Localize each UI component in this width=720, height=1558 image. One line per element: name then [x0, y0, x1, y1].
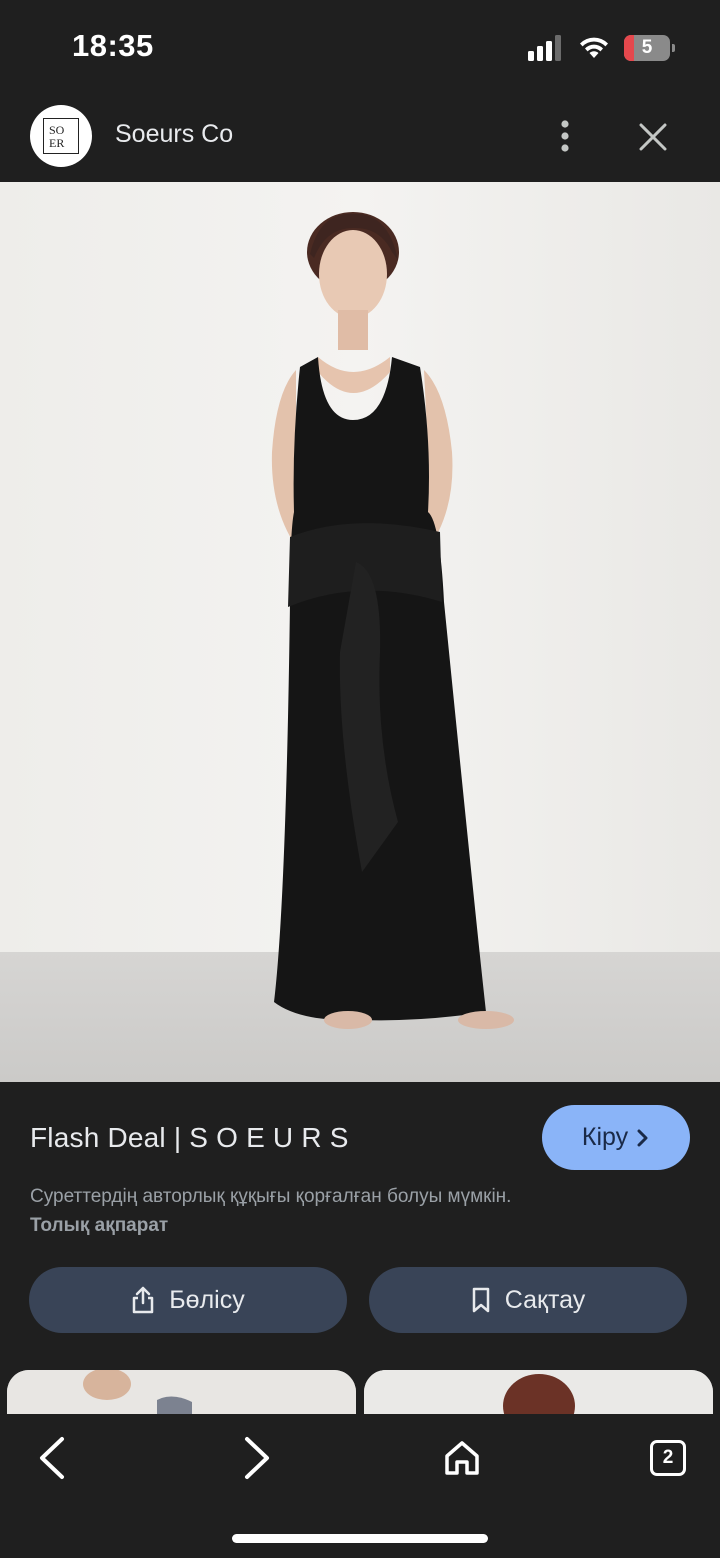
share-label: Бөлісу: [169, 1285, 245, 1314]
related-image-thumbnail[interactable]: [7, 1370, 356, 1414]
close-button[interactable]: [630, 114, 676, 160]
home-icon: [445, 1441, 479, 1475]
copyright-text: Суреттердің авторлық құқығы қорғалған бо…: [30, 1186, 512, 1207]
close-icon: [639, 123, 667, 151]
viewer-header: SO ER Soeurs Co: [0, 88, 720, 182]
back-arrow-icon: [40, 1437, 64, 1479]
save-label: Сақтау: [504, 1285, 586, 1314]
related-photo: [364, 1370, 713, 1414]
product-info: Flash Deal | S O E U R S Кіру Суреттерді…: [0, 1082, 720, 1412]
status-icons: 5: [528, 33, 675, 63]
tabs-button[interactable]: 2: [640, 1430, 696, 1486]
copyright-notice: Суреттердің авторлық құқығы қорғалған бо…: [30, 1182, 550, 1240]
share-icon: [133, 1286, 154, 1314]
more-options-button[interactable]: [545, 114, 585, 158]
tab-count: 2: [662, 1447, 674, 1468]
cellular-signal-icon: [528, 35, 561, 61]
more-info-link[interactable]: Толық ақпарат: [30, 1215, 168, 1236]
visit-button[interactable]: Кіру: [542, 1105, 690, 1170]
forward-button[interactable]: [229, 1430, 285, 1486]
back-button[interactable]: [24, 1430, 80, 1486]
bookmark-icon: [472, 1287, 490, 1313]
product-image[interactable]: [0, 182, 720, 1082]
chevron-right-icon: [637, 1129, 648, 1146]
save-button[interactable]: Сақтау: [369, 1267, 687, 1333]
more-vert-icon: [561, 120, 569, 152]
site-name[interactable]: Soeurs Co: [115, 120, 233, 149]
product-title[interactable]: Flash Deal | S O E U R S: [30, 1122, 349, 1154]
visit-label: Кіру: [581, 1123, 629, 1151]
status-time: 18:35: [72, 28, 154, 63]
battery-icon: 5: [624, 35, 675, 61]
home-indicator[interactable]: [232, 1534, 488, 1543]
wifi-icon: [580, 37, 608, 58]
battery-level: 5: [641, 37, 653, 58]
related-photo: [7, 1370, 356, 1414]
home-button[interactable]: [434, 1430, 490, 1486]
status-bar: 18:35 5: [0, 0, 720, 88]
site-logo[interactable]: SO ER: [30, 105, 92, 167]
svg-text:SO: SO: [49, 123, 65, 137]
related-image-thumbnail[interactable]: [364, 1370, 713, 1414]
share-button[interactable]: Бөлісу: [29, 1267, 347, 1333]
svg-text:ER: ER: [49, 136, 64, 150]
bottom-navigation: 2: [0, 1414, 720, 1558]
forward-arrow-icon: [245, 1437, 269, 1479]
soeurs-logo-icon: SO ER: [49, 123, 65, 150]
model-photo: [0, 182, 720, 1082]
tabs-icon: 2: [650, 1440, 686, 1476]
logo-mark: SO ER: [43, 118, 79, 154]
